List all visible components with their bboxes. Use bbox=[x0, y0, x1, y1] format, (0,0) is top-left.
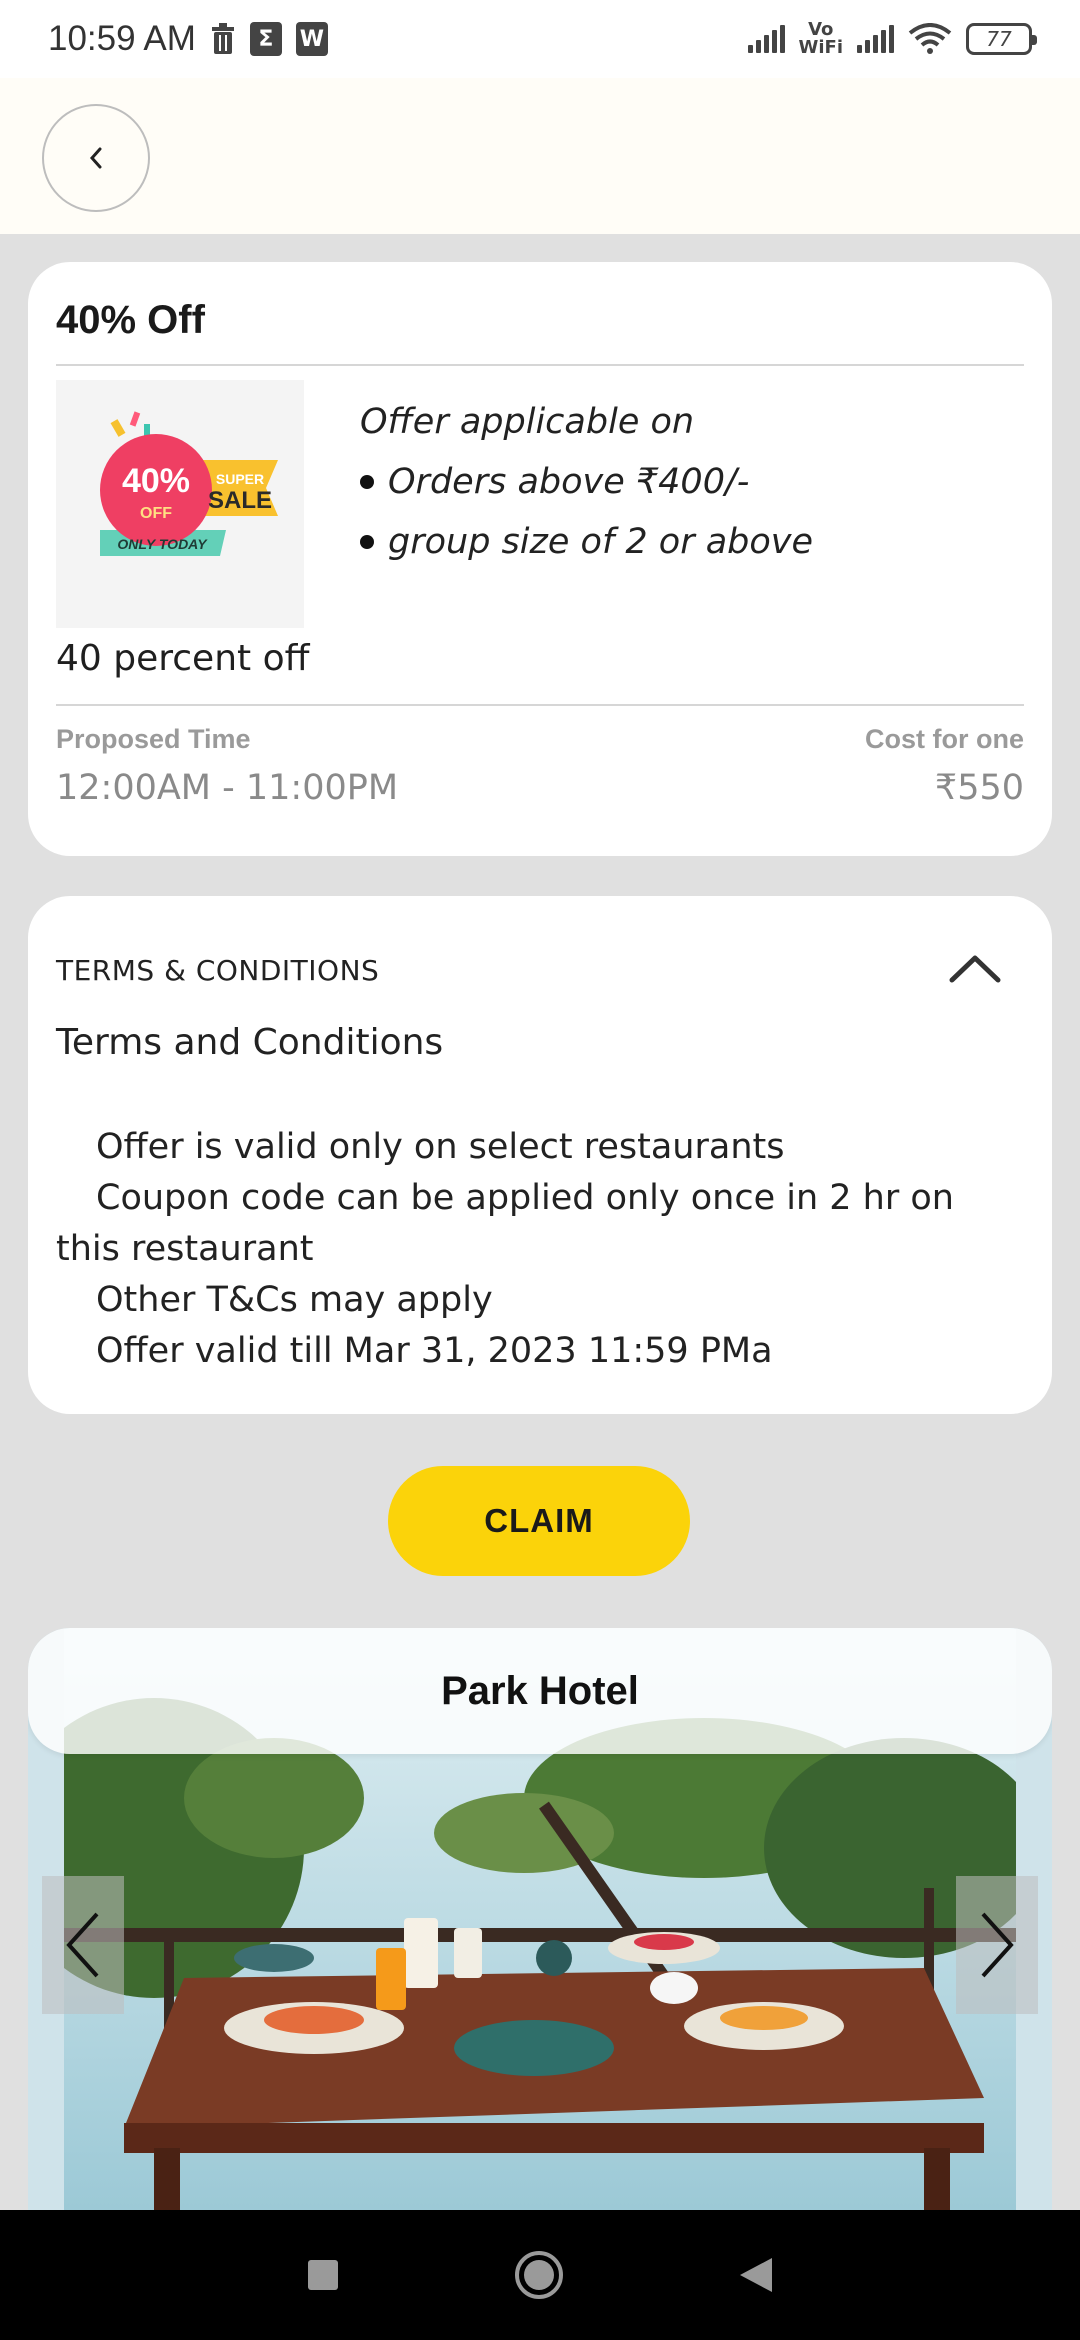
condition-text: Orders above ₹400/- bbox=[388, 462, 750, 502]
status-time: 10:59 AM bbox=[48, 19, 196, 58]
offer-image: 40% OFF SUPER SALE ONLY TODAY bbox=[56, 380, 304, 628]
hotel-title-bar: Park Hotel bbox=[28, 1628, 1052, 1754]
proposed-time-label: Proposed Time bbox=[56, 724, 251, 754]
offer-conditions: Offer applicable on Orders above ₹400/- … bbox=[360, 392, 813, 572]
terms-line: Offer is valid only on select restaurant… bbox=[96, 1127, 785, 1167]
wifi-icon bbox=[908, 23, 952, 54]
signal-icon-2 bbox=[857, 25, 894, 53]
hotel-carousel: Park Hotel bbox=[28, 1628, 1052, 2210]
signal-icon bbox=[747, 25, 785, 53]
bullet-icon bbox=[360, 535, 374, 549]
chevron-left-icon bbox=[66, 1912, 99, 1978]
cost-value: ₹550 bbox=[934, 768, 1024, 808]
condition-text: group size of 2 or above bbox=[388, 522, 814, 562]
divider bbox=[56, 704, 1024, 706]
sigma-icon: Σ bbox=[249, 22, 282, 56]
chevron-right-icon bbox=[981, 1912, 1014, 1978]
badge-super: SUPER bbox=[216, 471, 264, 487]
terms-heading[interactable]: TERMS & CONDITIONS bbox=[56, 954, 379, 987]
recents-icon[interactable] bbox=[306, 2258, 340, 2292]
header bbox=[0, 78, 1080, 234]
chevron-up-icon[interactable] bbox=[946, 948, 1004, 988]
status-left: 10:59 AM Σ W bbox=[48, 19, 328, 59]
terms-line: Other T&Cs may apply bbox=[96, 1280, 493, 1320]
trash-icon bbox=[211, 23, 234, 54]
vowifi-icon: Vo WiFi bbox=[799, 21, 844, 57]
status-bar: 10:59 AM Σ W Vo WiFi 77 bbox=[0, 0, 1080, 78]
vowifi-bottom: WiFi bbox=[798, 37, 844, 58]
condition-item: group size of 2 or above bbox=[360, 512, 813, 572]
back-nav-icon[interactable] bbox=[738, 2256, 774, 2294]
status-right: Vo WiFi 77 bbox=[747, 21, 1037, 57]
proposed-time-value: 12:00AM - 11:00PM bbox=[56, 768, 399, 808]
offer-card: 40% Off 40% OFF SUPER SALE ONLY TODAY Of… bbox=[28, 262, 1052, 856]
terms-body: Offer is valid only on select restaurant… bbox=[56, 1122, 1026, 1377]
bullet-icon bbox=[360, 475, 374, 489]
chevron-left-icon bbox=[89, 147, 102, 169]
badge-percent: 40% bbox=[122, 462, 190, 500]
offer-description: 40 percent off bbox=[56, 638, 310, 679]
badge-only-today: ONLY TODAY bbox=[117, 536, 208, 552]
offer-title: 40% Off bbox=[56, 298, 205, 342]
condition-item: Orders above ₹400/- bbox=[360, 452, 813, 512]
divider bbox=[56, 364, 1024, 366]
offer-applicable-heading: Offer applicable on bbox=[360, 402, 695, 442]
badge-off: OFF bbox=[140, 505, 172, 522]
conditions-list: Orders above ₹400/- group size of 2 or a… bbox=[360, 452, 813, 572]
system-nav-bar bbox=[0, 2210, 1080, 2340]
terms-line: Offer valid till Mar 31, 2023 11:59 PMa bbox=[96, 1331, 773, 1371]
cost-label: Cost for one bbox=[865, 724, 1024, 754]
battery-icon: 77 bbox=[966, 23, 1037, 55]
claim-button[interactable]: CLAIM bbox=[388, 1466, 690, 1576]
carousel-prev-button[interactable] bbox=[42, 1876, 124, 2014]
badge-sale: SALE bbox=[208, 487, 272, 514]
sale-badge-graphic: 40% OFF SUPER SALE ONLY TODAY bbox=[56, 380, 304, 628]
terms-title: Terms and Conditions bbox=[56, 1022, 444, 1063]
home-icon[interactable] bbox=[513, 2249, 565, 2301]
back-button[interactable] bbox=[42, 104, 150, 212]
terms-line: Coupon code can be applied only once in … bbox=[56, 1178, 954, 1269]
carousel-next-button[interactable] bbox=[956, 1876, 1038, 2014]
hotel-name: Park Hotel bbox=[441, 1668, 639, 1713]
terms-card: TERMS & CONDITIONS Terms and Conditions … bbox=[28, 896, 1052, 1414]
battery-level: 77 bbox=[986, 27, 1012, 51]
wps-icon: W bbox=[295, 22, 328, 56]
